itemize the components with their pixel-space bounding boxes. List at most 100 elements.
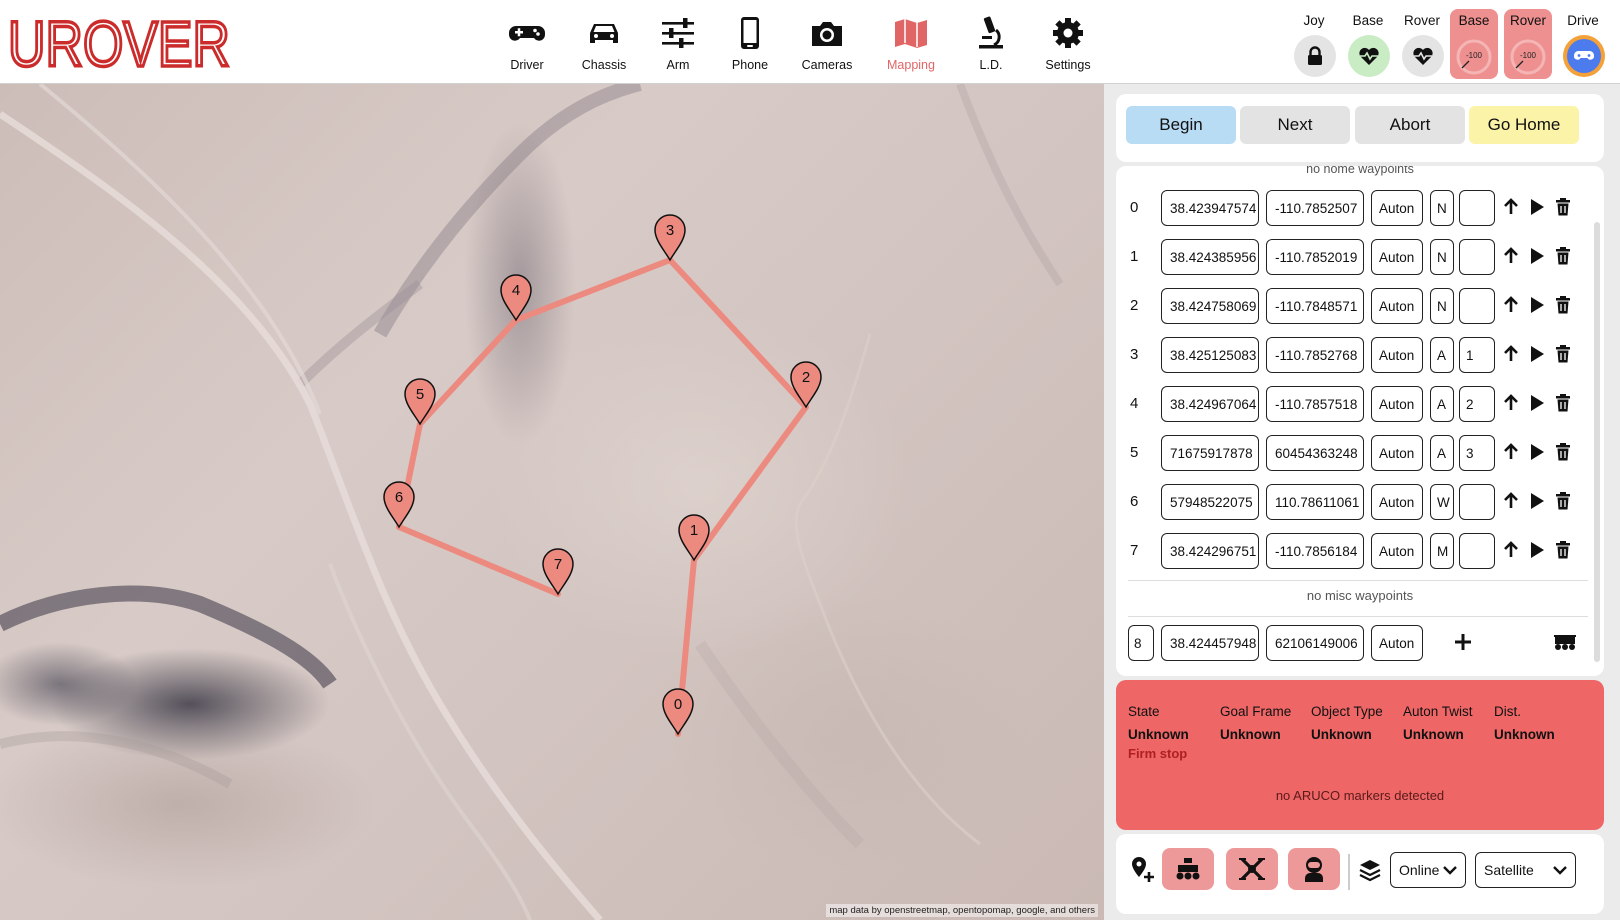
- waypoint-mode-select[interactable]: Auton: [1371, 386, 1423, 422]
- move-up-icon[interactable]: [1502, 541, 1520, 559]
- nav-phone[interactable]: Phone: [711, 16, 789, 76]
- nav-cameras[interactable]: Cameras: [788, 16, 866, 76]
- trash-icon[interactable]: [1554, 198, 1572, 216]
- map-canvas[interactable]: 0 1 2 3 4 5 6 7: [0, 84, 1104, 920]
- trash-icon[interactable]: [1554, 296, 1572, 314]
- nav-chassis[interactable]: Chassis: [565, 16, 643, 76]
- play-icon[interactable]: [1528, 492, 1546, 510]
- waypoint-mode-select[interactable]: Auton: [1371, 337, 1423, 373]
- move-up-icon[interactable]: [1502, 443, 1520, 461]
- waypoint-type-select[interactable]: N: [1430, 190, 1454, 226]
- waypoint-mode-select[interactable]: Auton: [1371, 190, 1423, 226]
- waypoint-marker[interactable]: 5: [404, 378, 436, 426]
- add-pin-icon[interactable]: [1130, 856, 1156, 884]
- move-up-icon[interactable]: [1502, 492, 1520, 510]
- waypoint-lat-input[interactable]: 71675917878: [1161, 435, 1259, 471]
- center-rover-button[interactable]: [1162, 848, 1214, 890]
- waypoint-type-select[interactable]: A: [1430, 435, 1454, 471]
- nav-label: L.D.: [979, 58, 1003, 72]
- waypoint-lon-input[interactable]: 60454363248: [1266, 435, 1364, 471]
- trash-icon[interactable]: [1554, 492, 1572, 510]
- divider: [1348, 854, 1350, 890]
- nav-mapping[interactable]: Mapping: [872, 16, 950, 76]
- trash-icon[interactable]: [1554, 541, 1572, 559]
- trash-icon[interactable]: [1554, 443, 1572, 461]
- nav-settings[interactable]: Settings: [1029, 16, 1107, 76]
- go-home-button[interactable]: Go Home: [1469, 106, 1579, 144]
- new-waypoint-lat-input[interactable]: 38.424457948: [1161, 625, 1259, 661]
- waypoint-mode-select[interactable]: Auton: [1371, 484, 1423, 520]
- play-icon[interactable]: [1528, 296, 1546, 314]
- begin-button[interactable]: Begin: [1126, 106, 1236, 144]
- map-layer-select[interactable]: Satellite: [1475, 852, 1576, 888]
- waypoint-mode-select[interactable]: Auton: [1371, 533, 1423, 569]
- nav-driver[interactable]: Driver: [488, 16, 566, 76]
- waypoint-lat-input[interactable]: 38.424296751: [1161, 533, 1259, 569]
- waypoint-type-select[interactable]: N: [1430, 239, 1454, 275]
- new-waypoint-lon-input[interactable]: 62106149006: [1266, 625, 1364, 661]
- play-icon[interactable]: [1528, 198, 1546, 216]
- new-waypoint-mode-select[interactable]: Auton: [1371, 625, 1423, 661]
- waypoint-tag-input[interactable]: 2: [1459, 386, 1495, 422]
- new-waypoint-index-input[interactable]: 8: [1128, 625, 1154, 661]
- waypoint-tag-input[interactable]: [1459, 239, 1495, 275]
- trash-icon[interactable]: [1554, 247, 1572, 265]
- play-icon[interactable]: [1528, 345, 1546, 363]
- add-waypoint-icon[interactable]: [1454, 633, 1472, 651]
- play-icon[interactable]: [1528, 394, 1546, 412]
- waypoint-type-select[interactable]: A: [1430, 337, 1454, 373]
- move-up-icon[interactable]: [1502, 345, 1520, 363]
- nav-ld[interactable]: L.D.: [952, 16, 1030, 76]
- waypoint-lat-input[interactable]: 38.424967064: [1161, 386, 1259, 422]
- play-icon[interactable]: [1528, 247, 1546, 265]
- waypoint-lon-input[interactable]: -110.7857518: [1266, 386, 1364, 422]
- rover-add-icon[interactable]: [1553, 633, 1577, 651]
- waypoint-lat-input[interactable]: 38.423947574: [1161, 190, 1259, 226]
- center-user-button[interactable]: [1288, 848, 1340, 890]
- waypoint-tag-input[interactable]: 1: [1459, 337, 1495, 373]
- waypoint-marker[interactable]: 0: [662, 688, 694, 736]
- trash-icon[interactable]: [1554, 394, 1572, 412]
- waypoint-lat-input[interactable]: 38.424385956: [1161, 239, 1259, 275]
- waypoint-type-select[interactable]: M: [1430, 533, 1454, 569]
- waypoint-lat-input[interactable]: 57948522075: [1161, 484, 1259, 520]
- waypoint-lon-input[interactable]: 110.78611061: [1266, 484, 1364, 520]
- play-icon[interactable]: [1528, 541, 1546, 559]
- waypoint-mode-select[interactable]: Auton: [1371, 239, 1423, 275]
- waypoint-tag-input[interactable]: [1459, 190, 1495, 226]
- next-button[interactable]: Next: [1240, 106, 1350, 144]
- layers-icon[interactable]: [1358, 858, 1382, 882]
- waypoint-marker[interactable]: 3: [654, 214, 686, 262]
- waypoint-marker[interactable]: 2: [790, 361, 822, 409]
- waypoint-type-select[interactable]: A: [1430, 386, 1454, 422]
- waypoint-lon-input[interactable]: -110.7848571: [1266, 288, 1364, 324]
- nav-arm[interactable]: Arm: [639, 16, 717, 76]
- center-drone-button[interactable]: [1226, 848, 1278, 890]
- waypoint-lat-input[interactable]: 38.425125083: [1161, 337, 1259, 373]
- waypoint-tag-input[interactable]: [1459, 533, 1495, 569]
- waypoint-lon-input[interactable]: -110.7852019: [1266, 239, 1364, 275]
- waypoint-lon-input[interactable]: -110.7852768: [1266, 337, 1364, 373]
- waypoint-lon-input[interactable]: -110.7856184: [1266, 533, 1364, 569]
- drive-status[interactable]: [1563, 35, 1605, 77]
- move-up-icon[interactable]: [1502, 198, 1520, 216]
- waypoint-tag-input[interactable]: [1459, 484, 1495, 520]
- move-up-icon[interactable]: [1502, 247, 1520, 265]
- map-view[interactable]: 0 1 2 3 4 5 6 7 map data by openstreetmap, open…: [0, 84, 1104, 920]
- waypoint-lat-input[interactable]: 38.424758069: [1161, 288, 1259, 324]
- waypoint-mode-select[interactable]: Auton: [1371, 435, 1423, 471]
- waypoint-type-select[interactable]: N: [1430, 288, 1454, 324]
- abort-button[interactable]: Abort: [1355, 106, 1465, 144]
- move-up-icon[interactable]: [1502, 394, 1520, 412]
- waypoint-tag-input[interactable]: [1459, 288, 1495, 324]
- waypoint-tag-input[interactable]: 3: [1459, 435, 1495, 471]
- waypoint-type-select[interactable]: W: [1430, 484, 1454, 520]
- tile-source-select[interactable]: Online: [1390, 852, 1466, 888]
- move-up-icon[interactable]: [1502, 296, 1520, 314]
- play-icon[interactable]: [1528, 443, 1546, 461]
- waypoint-marker[interactable]: 6: [383, 481, 415, 529]
- waypoint-lon-input[interactable]: -110.7852507: [1266, 190, 1364, 226]
- trash-icon[interactable]: [1554, 345, 1572, 363]
- waypoint-marker[interactable]: 1: [678, 514, 710, 562]
- waypoint-mode-select[interactable]: Auton: [1371, 288, 1423, 324]
